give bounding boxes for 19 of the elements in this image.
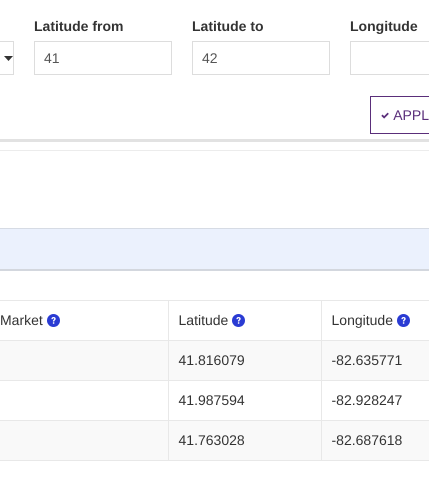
help-icon[interactable] — [232, 314, 246, 327]
column-header: Longitude — [332, 311, 394, 330]
caret-icon — [4, 56, 13, 60]
column-header: Market — [0, 311, 43, 330]
input-field[interactable]: 41 — [34, 41, 172, 75]
field-label: Longitude — [350, 17, 419, 35]
table-cell: 41.816079 — [168, 340, 321, 380]
table-cell: -82.635771 — [321, 340, 429, 380]
table-cell: 41.763028 — [168, 420, 321, 460]
help-icon[interactable] — [46, 314, 60, 327]
dropdown-field[interactable] — [0, 41, 14, 75]
table-cell: -82.687618 — [321, 420, 429, 460]
help-icon[interactable] — [397, 314, 410, 327]
field-label: Latitude to — [192, 17, 265, 35]
apply-button[interactable]: APPL — [370, 96, 429, 134]
field-label: Latitude from — [34, 17, 124, 35]
column-header: Latitude — [178, 311, 228, 330]
input-field[interactable] — [350, 41, 429, 75]
input-field[interactable]: 42 — [192, 41, 330, 75]
